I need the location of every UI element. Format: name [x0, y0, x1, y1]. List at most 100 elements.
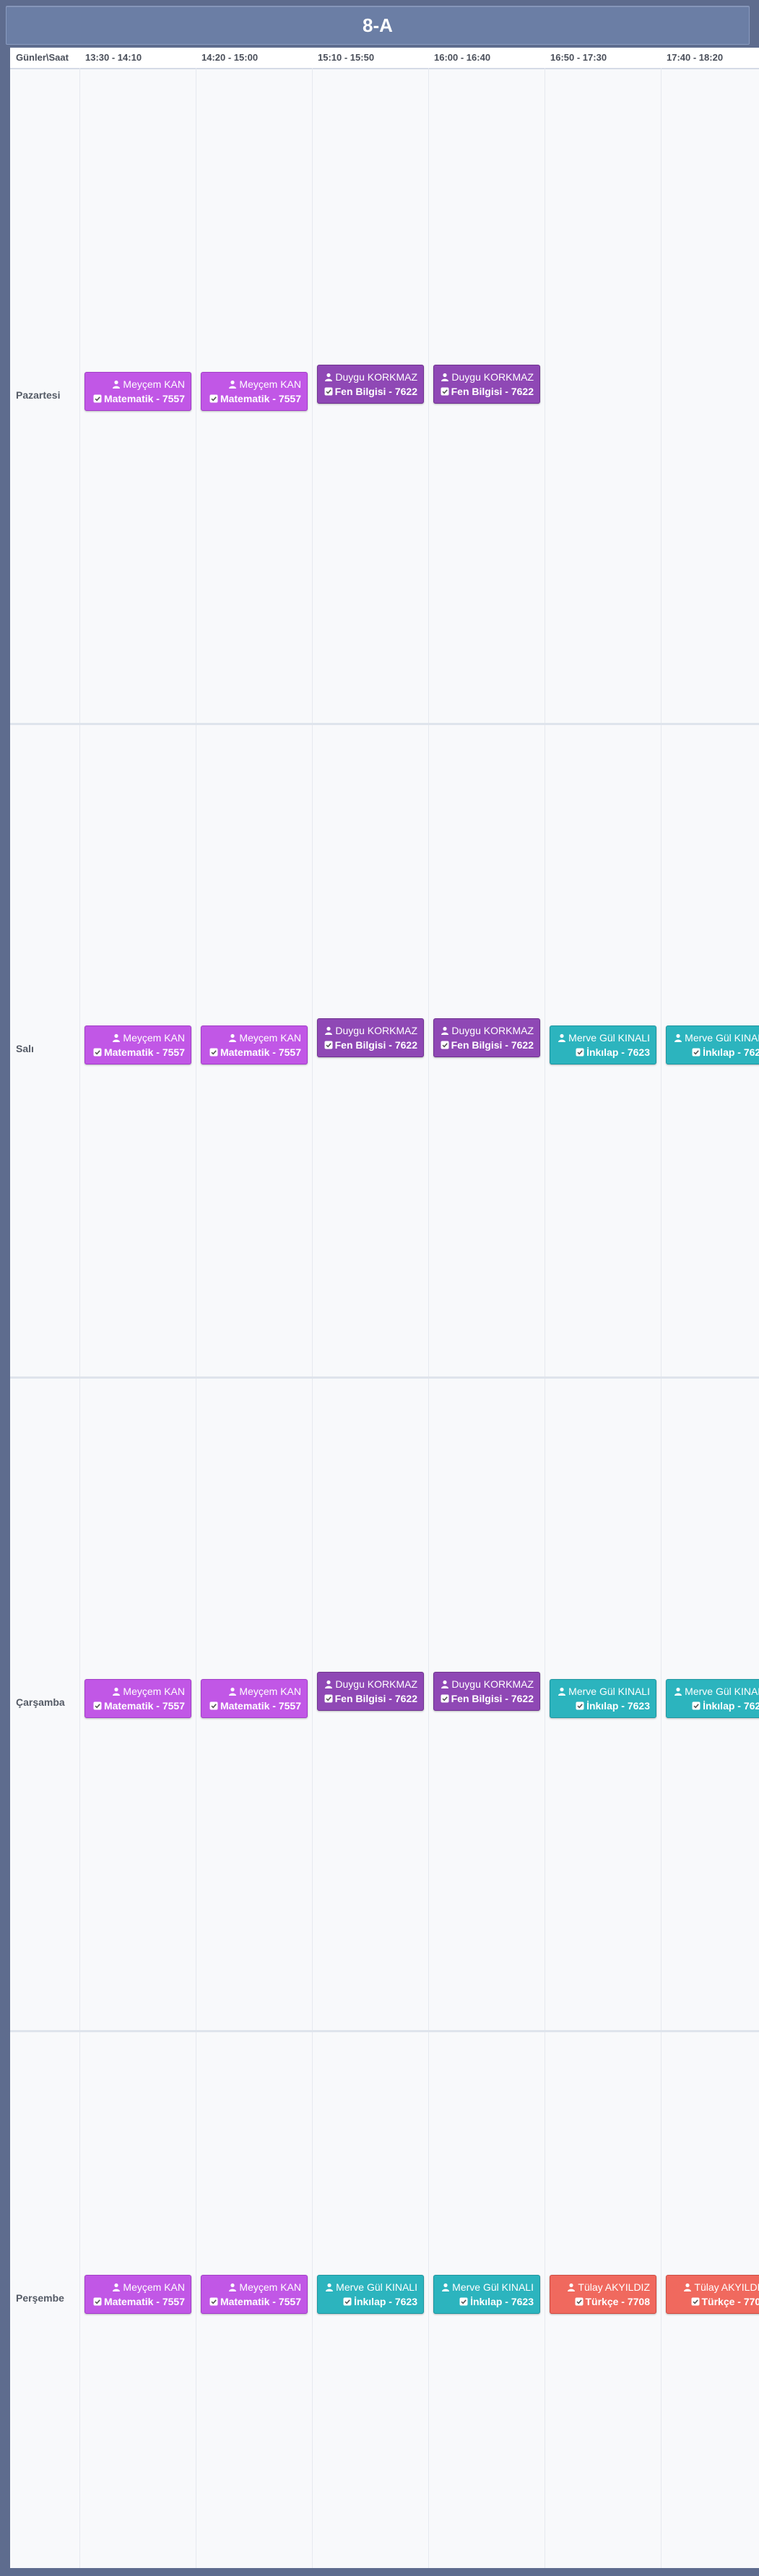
user-icon: [325, 1026, 333, 1035]
lesson-teacher: Meyçem KAN: [206, 1031, 301, 1045]
lesson-card[interactable]: Meyçem KAN Matematik - 7557: [84, 371, 191, 411]
lesson-teacher: Duygu KORKMAZ: [322, 1677, 417, 1691]
lesson-subject: Türkçe - 7708: [671, 2294, 759, 2309]
lesson-card[interactable]: Merve Gül KINALI İnkılap - 7623: [550, 1678, 656, 1718]
subject-name: Türkçe - 7708: [701, 2295, 759, 2307]
lesson-card[interactable]: Duygu KORKMAZ Fen Bilgisi - 7622: [433, 1018, 540, 1057]
check-square-icon: [459, 2297, 468, 2305]
teacher-name: Merve Gül KINALI: [685, 1031, 759, 1044]
time-slot-header: 17:40 - 18:20: [667, 52, 724, 63]
lesson-subject: Fen Bilgisi - 7622: [438, 384, 534, 399]
user-icon: [113, 2283, 121, 2291]
teacher-name: Merve Gül KINALI: [452, 2281, 534, 2293]
lesson-teacher: Meyçem KAN: [206, 1684, 301, 1699]
check-square-icon: [93, 2297, 102, 2305]
user-icon: [326, 2283, 334, 2291]
lesson-card[interactable]: Meyçem KAN Matematik - 7557: [84, 2274, 191, 2314]
lesson-teacher: Merve Gül KINALI: [322, 2280, 417, 2294]
table-header-row: Günler\Saat 13:30 - 14:10 14:20 - 15:00 15…: [10, 48, 759, 69]
teacher-name: Merve Gül KINALI: [685, 1685, 759, 1697]
subject-name: Matematik - 7557: [220, 2295, 301, 2307]
lesson-card[interactable]: Meyçem KAN Matematik - 7557: [201, 1025, 308, 1064]
user-icon: [568, 2283, 576, 2291]
lesson-card[interactable]: Meyçem KAN Matematik - 7557: [84, 1678, 191, 1718]
lesson-teacher: Tülay AKYILDIZ: [555, 2280, 650, 2294]
lesson-card[interactable]: Tülay AKYILDIZ Türkçe - 7708: [666, 2274, 759, 2314]
check-square-icon: [575, 2297, 583, 2305]
day-label: Salı: [16, 1042, 34, 1054]
user-icon: [675, 1033, 682, 1042]
subject-name: Matematik - 7557: [103, 2295, 185, 2307]
lesson-card[interactable]: Meyçem KAN Matematik - 7557: [201, 1678, 308, 1718]
lesson-card[interactable]: Merve Gül KINALI İnkılap - 7623: [550, 1025, 656, 1064]
lesson-subject: İnkılap - 7623: [322, 2294, 417, 2309]
lesson-teacher: Merve Gül KINALI: [671, 1031, 759, 1045]
schedule-table: Günler\Saat 13:30 - 14:10 14:20 - 15:00 15…: [10, 48, 759, 2568]
subject-name: Fen Bilgisi - 7622: [451, 385, 534, 397]
teacher-name: Meyçem KAN: [123, 2281, 185, 2293]
subject-name: Fen Bilgisi - 7622: [451, 1038, 534, 1051]
teacher-name: Merve Gül KINALI: [336, 2281, 417, 2293]
check-square-icon: [441, 1694, 449, 1702]
lesson-subject: İnkılap - 7623: [671, 1699, 759, 1713]
check-square-icon: [441, 387, 449, 395]
lesson-teacher: Duygu KORKMAZ: [438, 370, 534, 384]
check-square-icon: [209, 2297, 218, 2305]
subject-name: Matematik - 7557: [220, 392, 301, 404]
lesson-card[interactable]: Meyçem KAN Matematik - 7557: [201, 2274, 308, 2314]
check-square-icon: [93, 394, 102, 402]
teacher-name: Duygu KORKMAZ: [335, 370, 417, 383]
lesson-card[interactable]: Duygu KORKMAZ Fen Bilgisi - 7622: [317, 1671, 424, 1711]
time-slot-header: 14:20 - 15:00: [201, 52, 259, 63]
lesson-card[interactable]: Duygu KORKMAZ Fen Bilgisi - 7622: [433, 1671, 540, 1711]
lesson-card[interactable]: Duygu KORKMAZ Fen Bilgisi - 7622: [317, 1018, 424, 1057]
page-title: 8-A: [363, 14, 393, 36]
lesson-card[interactable]: Duygu KORKMAZ Fen Bilgisi - 7622: [317, 364, 424, 404]
lesson-subject: Fen Bilgisi - 7622: [438, 1038, 534, 1052]
check-square-icon: [441, 1041, 449, 1049]
user-icon: [113, 380, 121, 389]
check-square-icon: [324, 1694, 333, 1702]
user-icon: [558, 1033, 566, 1042]
lesson-card[interactable]: Tülay AKYILDIZ Türkçe - 7708: [550, 2274, 656, 2314]
subject-name: Türkçe - 7708: [585, 2295, 651, 2307]
subject-name: İnkılap - 7623: [470, 2295, 534, 2307]
check-square-icon: [692, 1048, 701, 1056]
lesson-teacher: Meyçem KAN: [90, 2280, 185, 2294]
lesson-teacher: Duygu KORKMAZ: [438, 1677, 534, 1691]
subject-name: Fen Bilgisi - 7622: [334, 1038, 417, 1051]
teacher-name: Meyçem KAN: [239, 1685, 301, 1697]
teacher-name: Tülay AKYILDIZ: [694, 2281, 759, 2293]
title-bar: 8-A: [6, 6, 750, 45]
lesson-card[interactable]: Merve Gül KINALI İnkılap - 7623: [433, 2274, 540, 2314]
check-square-icon: [209, 1048, 218, 1056]
subject-name: Matematik - 7557: [103, 392, 185, 404]
day-row: Salı Meyçem KAN Matematik - 7557 Meyçem KAN…: [10, 723, 759, 1379]
user-icon: [675, 1687, 682, 1696]
teacher-name: Meyçem KAN: [123, 1685, 185, 1697]
time-slot-header: 15:10 - 15:50: [318, 52, 375, 63]
corner-header: Günler\Saat: [16, 52, 69, 63]
lesson-subject: Türkçe - 7708: [555, 2294, 650, 2309]
lesson-card[interactable]: Merve Gül KINALI İnkılap - 7623: [317, 2274, 424, 2314]
user-icon: [684, 2283, 692, 2291]
teacher-name: Meyçem KAN: [123, 378, 185, 390]
time-slot-header: 13:30 - 14:10: [85, 52, 142, 63]
day-label: Çarşamba: [16, 1696, 65, 1708]
lesson-subject: İnkılap - 7623: [555, 1045, 650, 1059]
subject-name: İnkılap - 7623: [703, 1699, 759, 1712]
lesson-teacher: Meyçem KAN: [90, 1684, 185, 1699]
lesson-teacher: Duygu KORKMAZ: [322, 1023, 417, 1038]
lesson-card[interactable]: Duygu KORKMAZ Fen Bilgisi - 7622: [433, 364, 540, 404]
day-row: Çarşamba Meyçem KAN Matematik - 7557 Meyçem…: [10, 1376, 759, 2032]
lesson-card[interactable]: Meyçem KAN Matematik - 7557: [201, 371, 308, 411]
lesson-card[interactable]: Merve Gül KINALI İnkılap - 7623: [666, 1678, 759, 1718]
lesson-teacher: Meyçem KAN: [90, 1031, 185, 1045]
lesson-subject: İnkılap - 7623: [671, 1045, 759, 1059]
lesson-teacher: Meyçem KAN: [206, 2280, 301, 2294]
lesson-teacher: Duygu KORKMAZ: [438, 1023, 534, 1038]
teacher-name: Meyçem KAN: [239, 1031, 301, 1044]
lesson-card[interactable]: Meyçem KAN Matematik - 7557: [84, 1025, 191, 1064]
lesson-card[interactable]: Merve Gül KINALI İnkılap - 7623: [666, 1025, 759, 1064]
lesson-subject: Matematik - 7557: [90, 391, 185, 406]
